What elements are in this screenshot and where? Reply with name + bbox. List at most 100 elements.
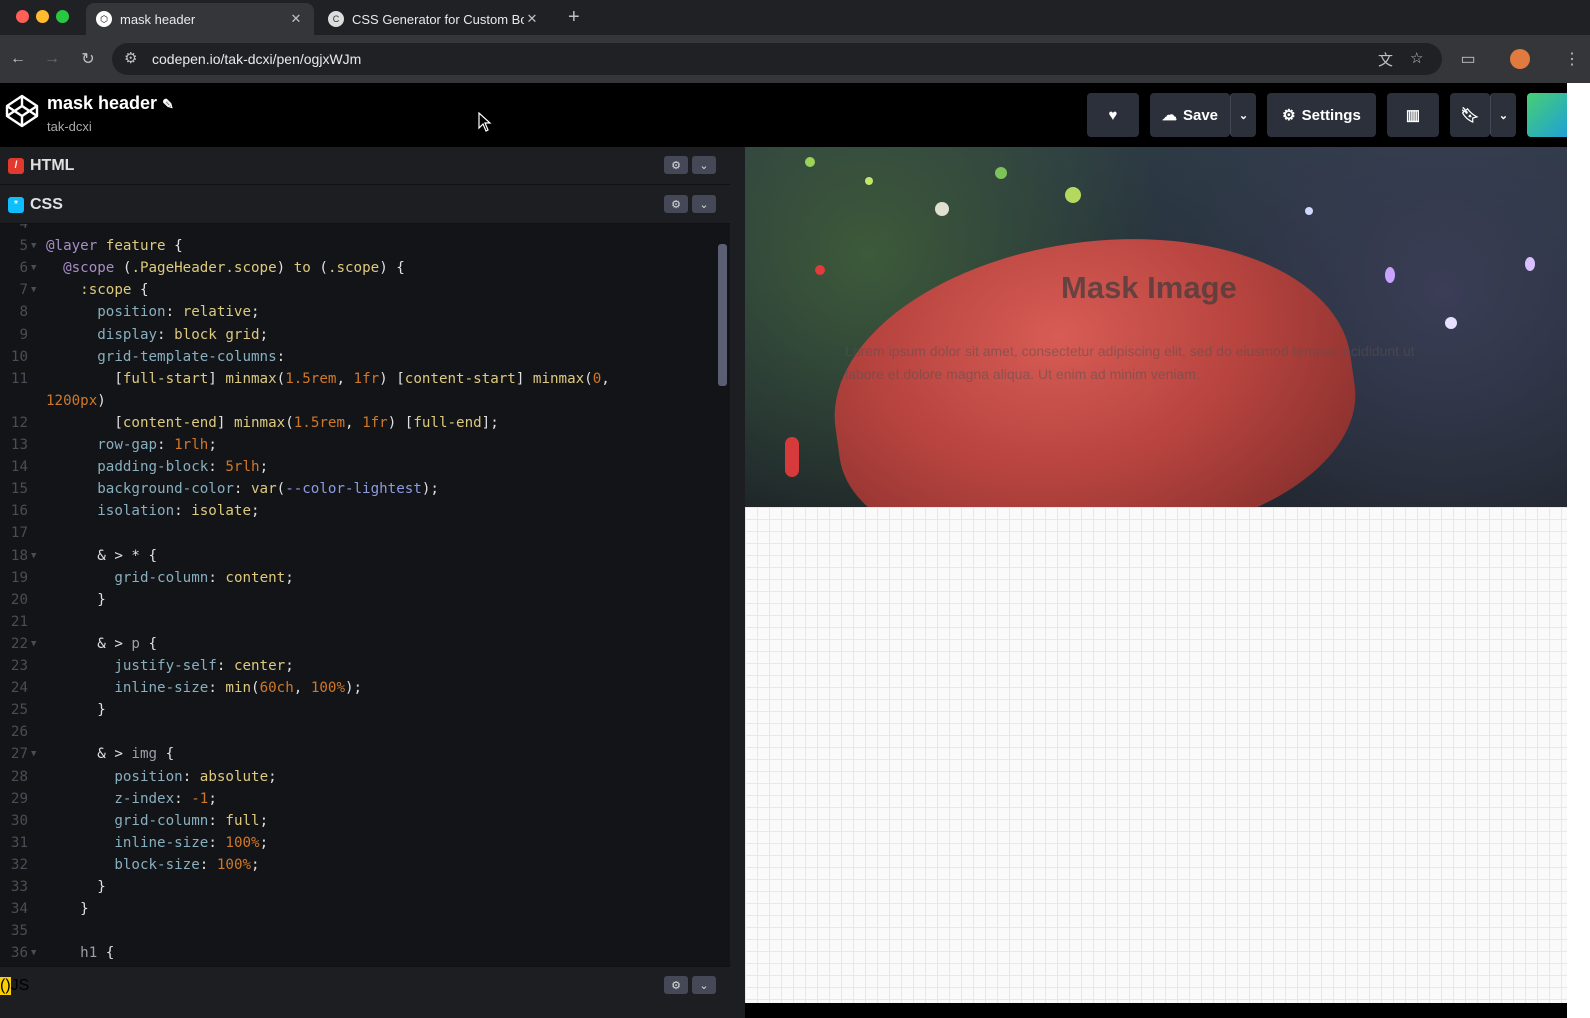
code-line[interactable]: 14 padding-block: 5rlh; [0, 456, 720, 478]
close-window-button[interactable] [16, 10, 29, 23]
code-line[interactable]: 27 ▼ & > img { [0, 743, 720, 765]
fold-arrow-icon[interactable]: ▼ [31, 279, 36, 301]
address-bar[interactable]: ⚙ codepen.io/tak-dcxi/pen/ogjxWJm 文 ☆ [112, 43, 1442, 75]
html-settings-gear-icon[interactable]: ⚙ [664, 156, 688, 174]
code-text: isolation: isolate; [97, 503, 260, 520]
layout-button[interactable]: ▥ [1387, 93, 1439, 137]
code-text: row-gap: 1rlh; [97, 437, 217, 453]
minimize-window-button[interactable] [36, 10, 49, 23]
css-icon: * [8, 196, 24, 213]
save-label: Save [1182, 106, 1219, 124]
code-line[interactable]: 19 grid-column: content; [0, 567, 720, 589]
code-line[interactable]: 16 isolation: isolate; [0, 500, 720, 522]
fold-arrow-icon[interactable]: ▼ [31, 633, 36, 655]
save-options-dropdown[interactable]: ⌄ [1230, 93, 1256, 137]
profile-avatar[interactable] [1510, 49, 1530, 69]
code-line[interactable]: 17 [0, 522, 720, 544]
code-line[interactable]: 9 display: block grid; [0, 324, 720, 346]
window-edge [1567, 83, 1590, 1018]
line-number: 14 [10, 459, 28, 476]
fold-arrow-icon[interactable]: ▼ [31, 235, 36, 257]
fold-arrow-icon[interactable]: ▼ [31, 743, 36, 765]
code-line[interactable]: 22 ▼ & > p { [0, 633, 720, 655]
code-line[interactable]: 13 row-gap: 1rlh; [0, 434, 720, 456]
heart-icon: ♥ [1108, 106, 1118, 124]
code-line[interactable]: 12 [content-end] minmax(1.5rem, 1fr) [fu… [0, 412, 720, 434]
edit-pencil-icon[interactable]: ✎ [162, 96, 174, 112]
new-tab-button[interactable]: + [568, 6, 580, 28]
fold-arrow-icon[interactable]: ▼ [31, 545, 36, 567]
code-line[interactable]: 33 } [0, 876, 720, 898]
css-pane-header[interactable]: * CSS ⚙ ⌄ [0, 186, 730, 224]
site-settings-icon[interactable]: ⚙ [124, 49, 137, 67]
js-pane-header[interactable]: () JS ⚙ ⌄ [0, 966, 730, 1004]
line-number: 35 [10, 923, 28, 940]
html-icon: / [8, 157, 24, 174]
css-pane-title: CSS [30, 195, 63, 213]
code-line[interactable]: 32 block-size: 100%; [0, 854, 720, 876]
js-icon: () [0, 976, 11, 995]
code-text: } [46, 879, 106, 895]
code-line[interactable]: 35 [0, 920, 720, 942]
code-line[interactable]: 11 [full-start] minmax(1.5rem, 1fr) [con… [0, 368, 720, 390]
reload-icon[interactable]: ↻ [76, 47, 100, 71]
bookmark-options-dropdown[interactable]: ⌄ [1490, 93, 1516, 137]
bookmark-star-icon[interactable]: ☆ [1410, 49, 1423, 67]
code-line[interactable]: 8 position: relative; [0, 301, 720, 323]
code-line[interactable]: 5 ▼ @layer feature { [0, 235, 720, 257]
back-arrow-icon[interactable]: ← [6, 47, 30, 71]
js-collapse-chevron-icon[interactable]: ⌄ [692, 976, 716, 994]
fold-arrow-icon[interactable]: ▼ [31, 942, 36, 964]
code-line[interactable]: 10 grid-template-columns: [0, 346, 720, 368]
browser-menu-icon[interactable]: ⋮ [1560, 47, 1584, 71]
line-number: 29 [10, 790, 28, 807]
code-text: background-color: var(--color-lightest); [97, 481, 439, 498]
code-line[interactable]: 6 ▼ @scope (.PageHeader.scope) to (.scope… [0, 257, 720, 279]
html-collapse-chevron-icon[interactable]: ⌄ [692, 156, 716, 174]
code-line[interactable]: 15 background-color: var(--color-lightes… [0, 478, 720, 500]
fold-arrow-icon[interactable]: ▼ [31, 257, 36, 279]
settings-button[interactable]: ⚙ Settings [1267, 93, 1376, 137]
maximize-window-button[interactable] [56, 10, 69, 23]
css-code-editor[interactable]: 4 5 ▼ @layer feature {6 ▼ @scope (.PageHeade… [0, 224, 730, 966]
code-line[interactable]: 30 grid-column: full; [0, 810, 720, 832]
code-text: & > p { [46, 635, 158, 652]
browser-tab-mask-header[interactable]: ⬡ mask header ✕ [86, 3, 314, 35]
like-button[interactable]: ♥ [1087, 93, 1139, 137]
code-line[interactable]: 7 ▼ :scope { [0, 279, 720, 301]
translate-icon[interactable]: 文 [1378, 49, 1393, 70]
css-settings-gear-icon[interactable]: ⚙ [664, 195, 688, 213]
code-line[interactable]: 18 ▼ & > * { [0, 545, 720, 567]
code-line[interactable]: 29 z-index: -1; [0, 788, 720, 810]
code-line[interactable]: 31 inline-size: 100%; [0, 832, 720, 854]
pen-title[interactable]: mask header ✎ [47, 93, 174, 114]
code-line[interactable]: 24 inline-size: min(60ch, 100%); [0, 677, 720, 699]
close-tab-icon[interactable]: ✕ [288, 11, 304, 27]
code-line[interactable]: 34 } [0, 898, 720, 920]
browser-tab-css-generator[interactable]: C CSS Generator for Custom Bo ✕ [318, 3, 550, 35]
user-avatar[interactable] [1527, 93, 1567, 137]
forward-arrow-icon[interactable]: → [40, 47, 64, 71]
code-line[interactable]: 28 position: absolute; [0, 766, 720, 788]
code-line[interactable]: 20 } [0, 589, 720, 611]
code-line[interactable]: 26 [0, 721, 720, 743]
js-settings-gear-icon[interactable]: ⚙ [664, 976, 688, 994]
pen-author[interactable]: tak-dcxi [47, 119, 92, 134]
bookmark-button[interactable]: 🔖︎ [1450, 93, 1490, 137]
code-line[interactable]: 36 ▼ h1 { [0, 942, 720, 964]
save-button[interactable]: ☁ Save [1150, 93, 1230, 137]
tab-search-icon[interactable]: ▭ [1456, 47, 1480, 71]
code-line[interactable]: 21 [0, 611, 720, 633]
css-collapse-chevron-icon[interactable]: ⌄ [692, 195, 716, 213]
code-line[interactable]: 25 } [0, 699, 720, 721]
pane-resize-divider[interactable] [730, 147, 745, 1018]
html-pane-header[interactable]: / HTML ⚙ ⌄ [0, 147, 730, 185]
code-line[interactable]: 1200px) [0, 390, 720, 412]
code-line[interactable]: 23 justify-self: center; [0, 655, 720, 677]
code-text: [full-start] minmax(1.5rem, 1fr) [conten… [46, 370, 610, 387]
code-text: inline-size: 100%; [114, 834, 269, 851]
code-line[interactable]: 4 [0, 224, 720, 235]
code-scrollbar[interactable] [718, 244, 727, 386]
codepen-logo-icon[interactable] [4, 93, 40, 129]
close-tab-icon[interactable]: ✕ [524, 11, 540, 27]
